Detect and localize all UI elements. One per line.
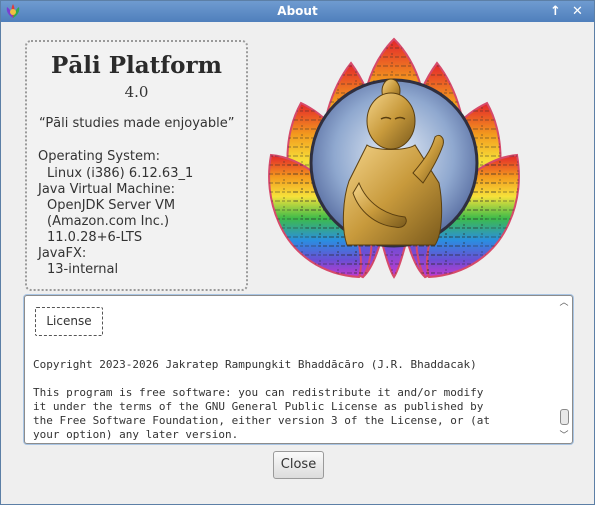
jvm-vendor: (Amazon.com Inc.) — [47, 214, 170, 229]
scroll-up-icon[interactable]: ︿ — [558, 298, 570, 308]
window-title: About — [277, 4, 318, 18]
about-window: About ↑ ✕ Pāli Platform 4.0 “Pāli studie… — [0, 0, 595, 505]
jvm-name: OpenJDK Server VM — [47, 198, 176, 213]
copyright-line: Copyright 2023-2026 Jakratep Rampungkit … — [33, 358, 477, 371]
buddha-lotus-logo — [268, 37, 520, 279]
jvm-label: Java Virtual Machine: — [38, 182, 176, 197]
app-tagline: “Pāli studies made enjoyable” — [39, 116, 235, 131]
license-scrollbar[interactable]: ︿ ﹀ — [558, 298, 570, 441]
scroll-thumb[interactable] — [560, 409, 569, 425]
scroll-down-icon[interactable]: ﹀ — [558, 431, 570, 441]
javafx-label: JavaFX: — [38, 246, 87, 261]
close-window-button[interactable]: ✕ — [569, 3, 586, 20]
dialog-content: Pāli Platform 4.0 “Pāli studies made enj… — [1, 23, 594, 504]
license-line: it under the terms of the GNU General Pu… — [33, 400, 484, 413]
title-bar[interactable]: About ↑ ✕ — [1, 1, 594, 22]
jvm-version: 11.0.28+6-LTS — [47, 230, 143, 245]
app-name: Pāli Platform — [51, 52, 222, 79]
close-button[interactable]: Close — [273, 451, 324, 479]
minimize-button[interactable]: ↑ — [547, 3, 564, 20]
app-version: 4.0 — [124, 83, 149, 101]
license-line: your option) any later version. — [33, 428, 239, 441]
license-button[interactable]: License — [35, 307, 103, 336]
os-label: Operating System: — [38, 149, 160, 164]
license-text-area[interactable]: License Copyright 2023-2026 Jakratep Ram… — [24, 295, 573, 444]
javafx-version: 13-internal — [47, 262, 119, 277]
os-value: Linux (i386) 6.12.63_1 — [47, 166, 194, 181]
license-line: This program is free software: you can r… — [33, 386, 484, 399]
license-line: the Free Software Foundation, either ver… — [33, 414, 490, 427]
app-info-panel: Pāli Platform 4.0 “Pāli studies made enj… — [25, 40, 248, 291]
